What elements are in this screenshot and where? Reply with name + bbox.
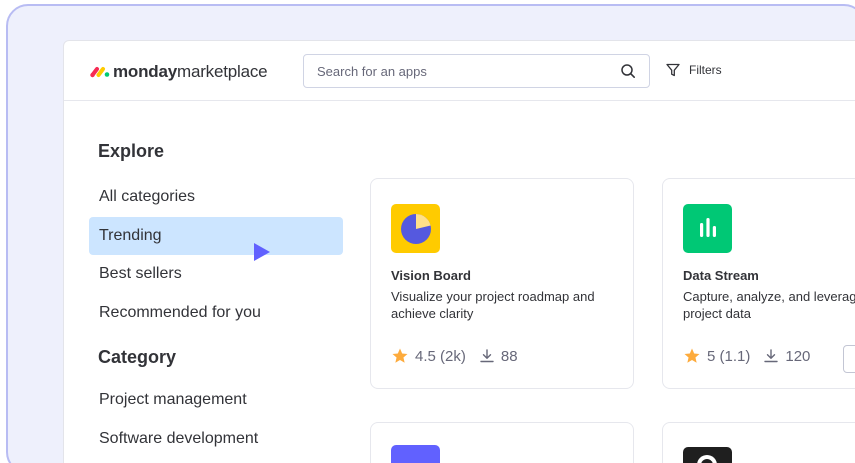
sidebar-item-trending[interactable]: Trending — [89, 217, 343, 255]
app-stats: 5 (1.1) 120 — [683, 347, 810, 365]
app-rating: 4.5 (2k) — [415, 347, 466, 365]
app-stats: 4.5 (2k) 88 — [391, 347, 518, 365]
filters-button[interactable]: Filters — [666, 63, 722, 77]
sidebar-item-label: Recommended for you — [99, 304, 261, 321]
pointer-cursor-icon — [254, 243, 270, 261]
app-rating: 5 (1.1) — [707, 347, 751, 365]
app-icon — [683, 447, 732, 463]
search-input[interactable] — [304, 55, 604, 87]
monday-logo-icon — [90, 67, 110, 78]
filter-icon — [666, 63, 680, 77]
app-card-partial[interactable] — [370, 422, 634, 463]
app-description: Capture, analyze, and leverage project d… — [683, 289, 855, 321]
download-icon — [764, 349, 779, 363]
top-bar: mondaymarketplace Filters — [64, 41, 855, 101]
sidebar-item-project-management[interactable]: Project management — [89, 381, 343, 419]
pie-chart-icon — [391, 204, 440, 253]
brand-name-light: marketplace — [176, 62, 268, 81]
search-icon[interactable] — [620, 63, 636, 79]
app-description: Visualize your project roadmap and achie… — [391, 289, 595, 321]
explore-title: Explore — [98, 141, 165, 161]
sidebar-item-software-development[interactable]: Software development — [89, 420, 343, 458]
sidebar-item-label: Project management — [99, 391, 247, 408]
sidebar-item-best-sellers[interactable]: Best sellers — [89, 255, 343, 293]
bar-chart-icon — [683, 204, 732, 253]
search-box — [303, 54, 650, 88]
app-icon — [391, 445, 440, 463]
app-installs: 88 — [500, 347, 518, 365]
brand-name-bold: monday — [113, 62, 177, 81]
sidebar-item-label: All categories — [99, 188, 196, 205]
install-button[interactable] — [843, 345, 855, 373]
sidebar-item-all-categories[interactable]: All categories — [89, 178, 343, 216]
download-icon — [480, 349, 494, 363]
sidebar-item-label: Best sellers — [99, 265, 182, 282]
category-title: Category — [98, 347, 177, 367]
filters-label: Filters — [689, 63, 722, 77]
app-card-data-stream[interactable]: Data Stream Capture, analyze, and levera… — [662, 178, 855, 389]
star-icon — [684, 348, 700, 363]
marketplace-window: mondaymarketplace Filters Explore All ca… — [63, 40, 855, 463]
sidebar-item-label: Software development — [99, 430, 259, 447]
star-icon — [392, 348, 408, 363]
app-card-partial[interactable] — [662, 422, 855, 463]
app-name: Data Stream — [683, 268, 759, 283]
app-name: Vision Board — [391, 268, 471, 283]
monday-marketplace-logo[interactable]: monday marketplace — [90, 62, 268, 82]
sidebar-item-recommended[interactable]: Recommended for you — [89, 294, 343, 332]
app-installs: 120 — [785, 347, 811, 365]
sidebar-item-label: Trending — [99, 227, 162, 244]
app-card-vision-board[interactable]: Vision Board Visualize your project road… — [370, 178, 634, 389]
